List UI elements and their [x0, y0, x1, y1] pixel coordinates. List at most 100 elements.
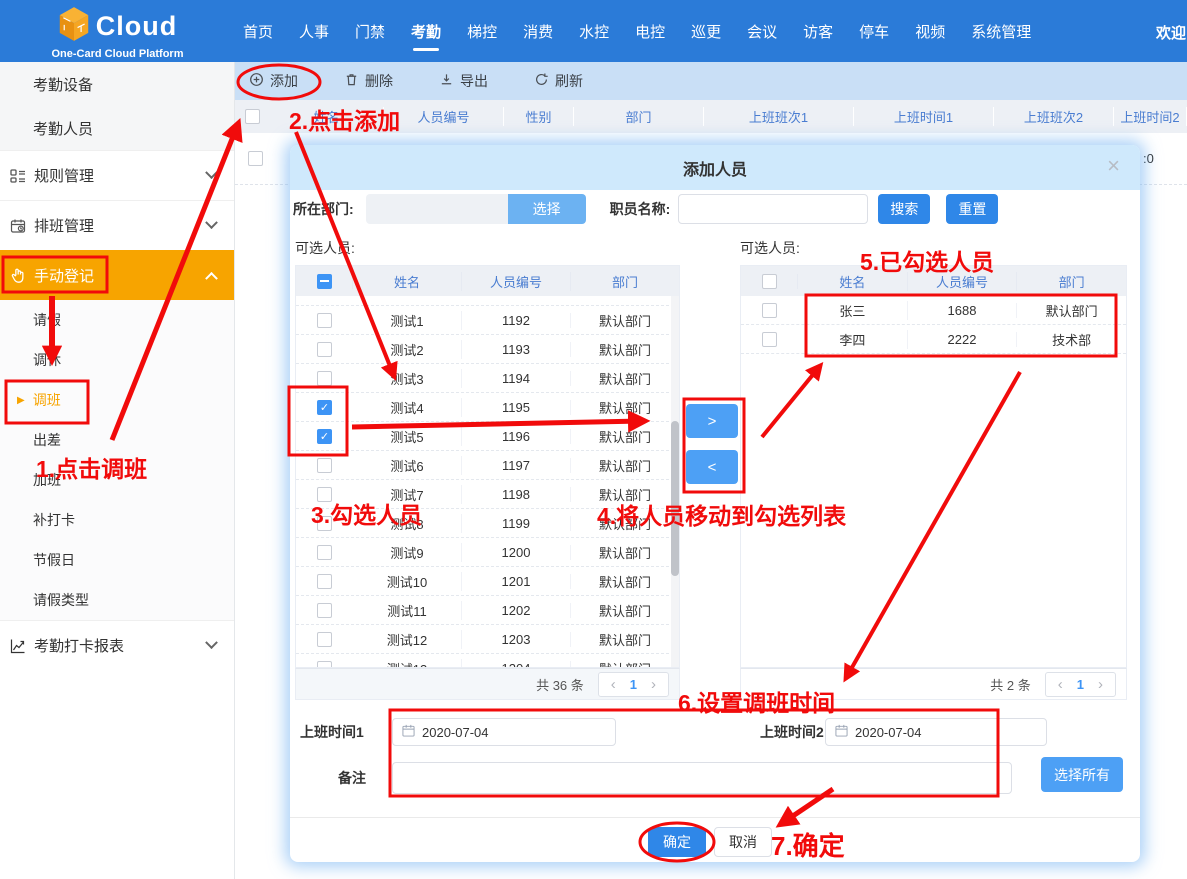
nav-item-12[interactable]: 视频 — [915, 21, 945, 42]
column-header: 上班时间1 — [854, 107, 994, 126]
nav-item-9[interactable]: 会议 — [747, 21, 777, 42]
sidebar-item-leave-type[interactable]: 请假类型 — [0, 580, 234, 620]
row-checkbox[interactable] — [762, 303, 777, 318]
cancel-button[interactable]: 取消 — [714, 827, 772, 857]
table-row[interactable]: 张三1688默认部门 — [741, 296, 1126, 325]
nav-item-13[interactable]: 系统管理 — [971, 21, 1031, 42]
row-checkbox[interactable] — [317, 487, 332, 502]
search-button[interactable]: 搜索 — [878, 194, 930, 224]
row-checkbox[interactable] — [762, 332, 777, 347]
table-row[interactable]: 李四2222技术部 — [741, 325, 1126, 354]
table-row[interactable]: ✓测试41195默认部门 — [296, 393, 679, 422]
sidebar-item-punch-correction[interactable]: 补打卡 — [0, 500, 234, 540]
sidebar-item-punch-report[interactable]: 考勤打卡报表 — [0, 620, 234, 670]
table-row[interactable]: 测试101201默认部门 — [296, 567, 679, 596]
sidebar-item-attendance-personnel[interactable]: 考勤人员 — [0, 106, 234, 150]
confirm-button[interactable]: 确定 — [648, 827, 706, 857]
nav-item-8[interactable]: 巡更 — [691, 21, 721, 42]
refresh-button[interactable]: 刷新 — [534, 71, 583, 91]
close-icon[interactable]: × — [1107, 155, 1120, 177]
remark-input[interactable] — [392, 762, 1012, 794]
row-checkbox[interactable] — [317, 661, 332, 668]
work-time1-value: 2020-07-04 — [422, 725, 489, 740]
nav-item-4[interactable]: 梯控 — [467, 21, 497, 42]
sidebar-item-business-trip[interactable]: 出差 — [0, 420, 234, 460]
dept-select-button[interactable]: 选择 — [508, 194, 586, 224]
chevron-down-icon — [205, 216, 218, 229]
sidebar-item-shift-change[interactable]: ▶调班 — [0, 380, 234, 420]
select-all-button[interactable]: 选择所有 — [1041, 757, 1123, 792]
table-row[interactable]: 测试81199默认部门 — [296, 509, 679, 538]
next-page-icon[interactable]: › — [651, 676, 656, 693]
table-row[interactable]: 测试91200默认部门 — [296, 538, 679, 567]
row-checkbox[interactable] — [248, 151, 263, 166]
row-checkbox[interactable]: ✓ — [317, 400, 332, 415]
row-checkbox[interactable]: ✓ — [317, 429, 332, 444]
nav-item-11[interactable]: 停车 — [859, 21, 889, 42]
row-checkbox[interactable] — [317, 632, 332, 647]
scrollbar[interactable] — [671, 296, 679, 667]
header-checkbox-cell — [296, 274, 353, 289]
table-row[interactable]: 测试61197默认部门 — [296, 451, 679, 480]
table-row[interactable]: 测试71198默认部门 — [296, 480, 679, 509]
table-row[interactable]: 测试131204默认部门 — [296, 654, 679, 667]
nav-item-1[interactable]: 人事 — [299, 21, 329, 42]
column-header: 上班班次1 — [704, 107, 854, 126]
move-right-button[interactable]: > — [686, 404, 738, 438]
select-all-checkbox[interactable] — [245, 109, 260, 124]
sidebar-item-attendance-device[interactable]: 考勤设备 — [0, 62, 234, 106]
nav-item-0[interactable]: 首页 — [243, 21, 273, 42]
prev-page-icon[interactable]: ‹ — [611, 676, 616, 693]
sidebar-item-holiday[interactable]: 节假日 — [0, 540, 234, 580]
row-checkbox[interactable] — [317, 603, 332, 618]
row-checkbox[interactable] — [317, 516, 332, 531]
employee-name-input[interactable] — [678, 194, 868, 224]
work-time2-datepicker[interactable]: 2020-07-04 — [825, 718, 1047, 746]
current-page[interactable]: 1 — [630, 677, 637, 692]
select-all-checkbox[interactable] — [317, 274, 332, 289]
row-checkbox[interactable] — [317, 342, 332, 357]
sidebar-item-manual-register[interactable]: 手动登记 — [0, 250, 234, 300]
table-row[interactable]: 测试21193默认部门 — [296, 335, 679, 364]
row-checkbox[interactable] — [317, 458, 332, 473]
row-checkbox[interactable] — [317, 574, 332, 589]
table-row[interactable]: 测试31194默认部门 — [296, 364, 679, 393]
nav-item-10[interactable]: 访客 — [803, 21, 833, 42]
checkbox-cell — [296, 313, 353, 328]
nav-item-6[interactable]: 水控 — [579, 21, 609, 42]
sidebar-item-shift-management[interactable]: 排班管理 — [0, 200, 234, 250]
delete-button[interactable]: 删除 — [344, 71, 393, 91]
nav-item-3[interactable]: 考勤 — [411, 21, 441, 42]
nav-item-2[interactable]: 门禁 — [355, 21, 385, 42]
current-page[interactable]: 1 — [1077, 677, 1084, 692]
move-left-button[interactable]: < — [686, 450, 738, 484]
sidebar-item-leave[interactable]: 请假 — [0, 300, 234, 340]
sidebar-item-overtime[interactable]: 加班 — [0, 460, 234, 500]
scrollbar-thumb[interactable] — [671, 421, 679, 576]
table-row[interactable]: ✓测试51196默认部门 — [296, 422, 679, 451]
hand-icon — [8, 266, 28, 284]
select-all-checkbox[interactable] — [762, 274, 777, 289]
work-time1-datepicker[interactable]: 2020-07-04 — [392, 718, 616, 746]
sidebar-item-label: 出差 — [33, 430, 61, 450]
column-header: 部门 — [571, 272, 679, 291]
nav-item-7[interactable]: 电控 — [635, 21, 665, 42]
person-id-cell: 1202 — [462, 603, 571, 618]
add-button[interactable]: 添加 — [249, 71, 298, 91]
table-row[interactable]: 测试121203默认部门 — [296, 625, 679, 654]
dept-cell: 默认部门 — [571, 630, 679, 649]
table-row[interactable]: 测试11192默认部门 — [296, 306, 679, 335]
row-checkbox[interactable] — [317, 371, 332, 386]
row-checkbox[interactable] — [317, 545, 332, 560]
row-checkbox[interactable] — [317, 313, 332, 328]
export-button[interactable]: 导出 — [439, 71, 488, 91]
prev-page-icon[interactable]: ‹ — [1058, 676, 1063, 693]
checkbox-cell — [296, 342, 353, 357]
reset-button[interactable]: 重置 — [946, 194, 998, 224]
dept-input[interactable] — [366, 194, 508, 224]
sidebar-item-compensatory-leave[interactable]: 调休 — [0, 340, 234, 380]
sidebar-item-rule-management[interactable]: 规则管理 — [0, 150, 234, 200]
next-page-icon[interactable]: › — [1098, 676, 1103, 693]
table-row[interactable]: 测试111202默认部门 — [296, 596, 679, 625]
nav-item-5[interactable]: 消费 — [523, 21, 553, 42]
